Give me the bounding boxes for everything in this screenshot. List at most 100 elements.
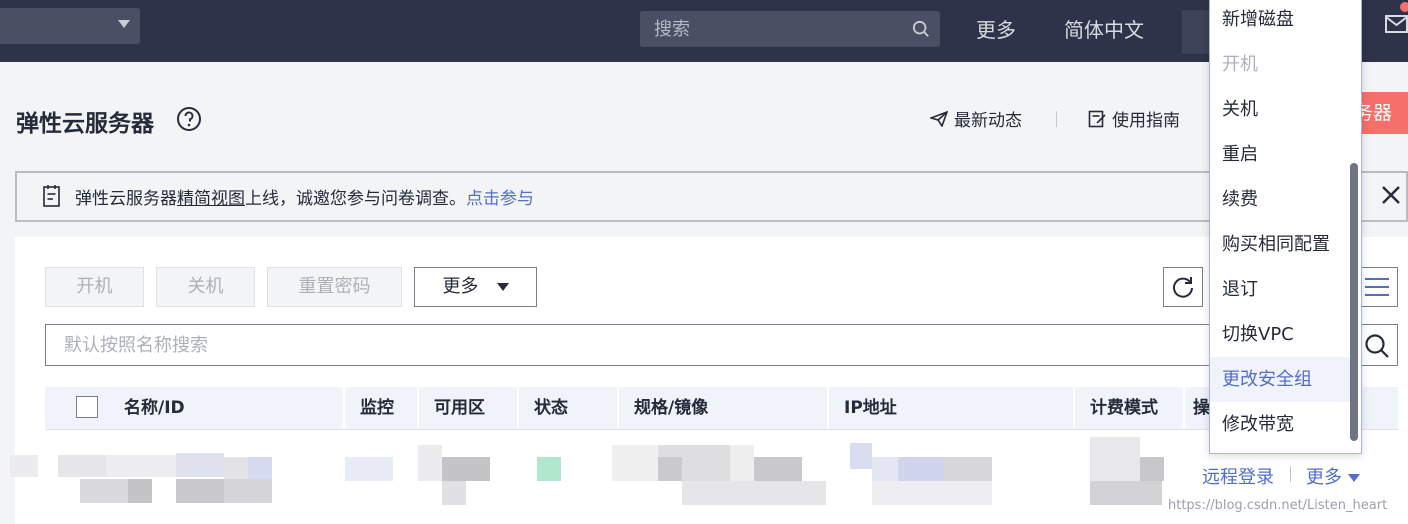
language-switch[interactable]: 简体中文 — [1064, 14, 1144, 43]
mosaic-block — [872, 481, 992, 505]
chevron-down-icon — [118, 20, 130, 28]
notice-text-suffix: 上线，诚邀您参与问卷调查。 — [245, 189, 466, 209]
top-nav-bar: 更多 简体中文 — [0, 0, 1408, 62]
mosaic-block — [612, 445, 660, 481]
row-action-divider — [1290, 466, 1291, 482]
column-header-ip[interactable]: IP地址 — [844, 387, 897, 429]
more-actions-button[interactable]: 更多 — [414, 267, 537, 307]
mosaic-block — [10, 455, 38, 477]
notice-survey-link[interactable]: 点击参与 — [466, 189, 534, 209]
mosaic-block — [754, 457, 802, 481]
mosaic-block — [345, 457, 393, 481]
column-divider — [1183, 387, 1185, 429]
user-guide-label: 使用指南 — [1112, 111, 1180, 131]
column-header-name[interactable]: 名称/ID — [124, 387, 185, 429]
select-all-checkbox[interactable] — [76, 396, 98, 418]
stop-button[interactable]: 关机 — [156, 267, 255, 307]
notice-text: 弹性云服务器精简视图上线，诚邀您参与问卷调查。点击参与 — [75, 184, 534, 209]
notification-dot — [1400, 2, 1408, 12]
chevron-down-icon — [496, 283, 509, 291]
refresh-button[interactable] — [1163, 267, 1203, 307]
column-header-monitor[interactable]: 监控 — [360, 387, 394, 429]
mail-icon[interactable] — [1385, 14, 1408, 34]
top-more-link[interactable]: 更多 — [976, 14, 1016, 43]
user-guide-link[interactable]: 使用指南 — [1088, 106, 1180, 131]
mosaic-block — [1140, 457, 1164, 481]
search-icon[interactable] — [1364, 333, 1390, 359]
close-icon[interactable] — [1379, 183, 1403, 207]
search-icon[interactable] — [912, 20, 930, 38]
menu-item-restart[interactable]: 重启 — [1210, 132, 1350, 177]
column-header-billing[interactable]: 计费模式 — [1090, 387, 1158, 429]
mosaic-block — [128, 479, 152, 503]
mosaic-block — [898, 457, 944, 481]
row-more-link[interactable]: 更多 — [1306, 463, 1360, 489]
name-search-field — [45, 324, 1398, 366]
more-actions-dropdown: 新增磁盘 开机 关机 重启 续费 购买相同配置 退订 切换VPC 更改安全组 修… — [1209, 0, 1362, 454]
start-button[interactable]: 开机 — [45, 267, 144, 307]
latest-news-label: 最新动态 — [954, 111, 1022, 131]
column-header-az[interactable]: 可用区 — [434, 387, 485, 429]
mosaic-block — [176, 453, 224, 477]
menu-item-stop[interactable]: 关机 — [1210, 87, 1350, 132]
top-search-input[interactable] — [640, 11, 918, 47]
mosaic-block — [248, 457, 272, 479]
mosaic-block — [58, 455, 106, 477]
column-divider — [1073, 387, 1075, 429]
column-header-actions: 操 — [1193, 398, 1210, 418]
watermark: https://blog.csdn.net/Listen_heart — [1168, 498, 1388, 513]
latest-news-link[interactable]: 最新动态 — [930, 106, 1022, 131]
menu-item-unsubscribe[interactable]: 退订 — [1210, 267, 1350, 312]
guide-book-icon — [1088, 110, 1106, 127]
list-view-button[interactable] — [1356, 267, 1398, 307]
region-select[interactable] — [0, 8, 140, 44]
menu-item-renew[interactable]: 续费 — [1210, 177, 1350, 222]
list-icon — [1365, 278, 1389, 296]
notice-text-underlined: 精简视图 — [177, 189, 245, 209]
table-header: 名称/ID 监控 可用区 状态 规格/镜像 IP地址 计费模式 操 — [45, 387, 1398, 430]
mosaic-block — [658, 457, 682, 481]
mosaic-block — [224, 457, 248, 479]
name-search-input[interactable] — [46, 325, 1372, 365]
column-divider — [343, 387, 345, 429]
menu-item-switch-vpc[interactable]: 切换VPC — [1210, 312, 1350, 357]
survey-notice-banner: 弹性云服务器精简视图上线，诚邀您参与问卷调查。点击参与 — [15, 171, 1408, 222]
header-divider — [1056, 111, 1057, 127]
mosaic-block — [442, 481, 466, 505]
mosaic-block — [442, 457, 490, 481]
help-icon[interactable] — [176, 106, 202, 132]
mosaic-block — [1090, 437, 1140, 483]
more-actions-label: 更多 — [442, 276, 479, 297]
remote-login-link[interactable]: 远程登录 — [1202, 463, 1274, 489]
reset-password-button[interactable]: 重置密码 — [267, 267, 402, 307]
mosaic-block — [224, 479, 272, 503]
mosaic-block — [106, 455, 176, 477]
mosaic-block — [176, 479, 224, 503]
mosaic-block — [1090, 481, 1162, 505]
chevron-down-icon — [1348, 474, 1360, 482]
send-icon — [930, 110, 948, 127]
refresh-icon — [1173, 277, 1193, 298]
column-header-status[interactable]: 状态 — [534, 387, 568, 429]
mosaic-block — [850, 443, 872, 469]
dropdown-scrollbar[interactable] — [1350, 163, 1358, 441]
notepad-icon — [43, 185, 60, 207]
mosaic-block — [944, 457, 992, 481]
column-divider — [827, 387, 829, 429]
column-divider — [517, 387, 519, 429]
user-avatar[interactable] — [1182, 10, 1212, 54]
column-divider — [417, 387, 419, 429]
mosaic-block — [730, 445, 754, 481]
menu-item-change-security-group[interactable]: 更改安全组 — [1210, 357, 1350, 402]
menu-item-start[interactable]: 开机 — [1210, 42, 1350, 87]
menu-item-add-disk[interactable]: 新增磁盘 — [1210, 0, 1350, 42]
notice-text-prefix: 弹性云服务器 — [75, 189, 177, 209]
page-title: 弹性云服务器 — [16, 111, 154, 137]
menu-item-buy-same-config[interactable]: 购买相同配置 — [1210, 222, 1350, 267]
row-more-label: 更多 — [1306, 467, 1342, 488]
mosaic-block — [418, 445, 442, 481]
top-search-box — [640, 11, 940, 47]
status-indicator — [537, 457, 561, 481]
menu-item-modify-bandwidth[interactable]: 修改带宽 — [1210, 402, 1350, 447]
column-header-spec[interactable]: 规格/镜像 — [634, 387, 708, 429]
